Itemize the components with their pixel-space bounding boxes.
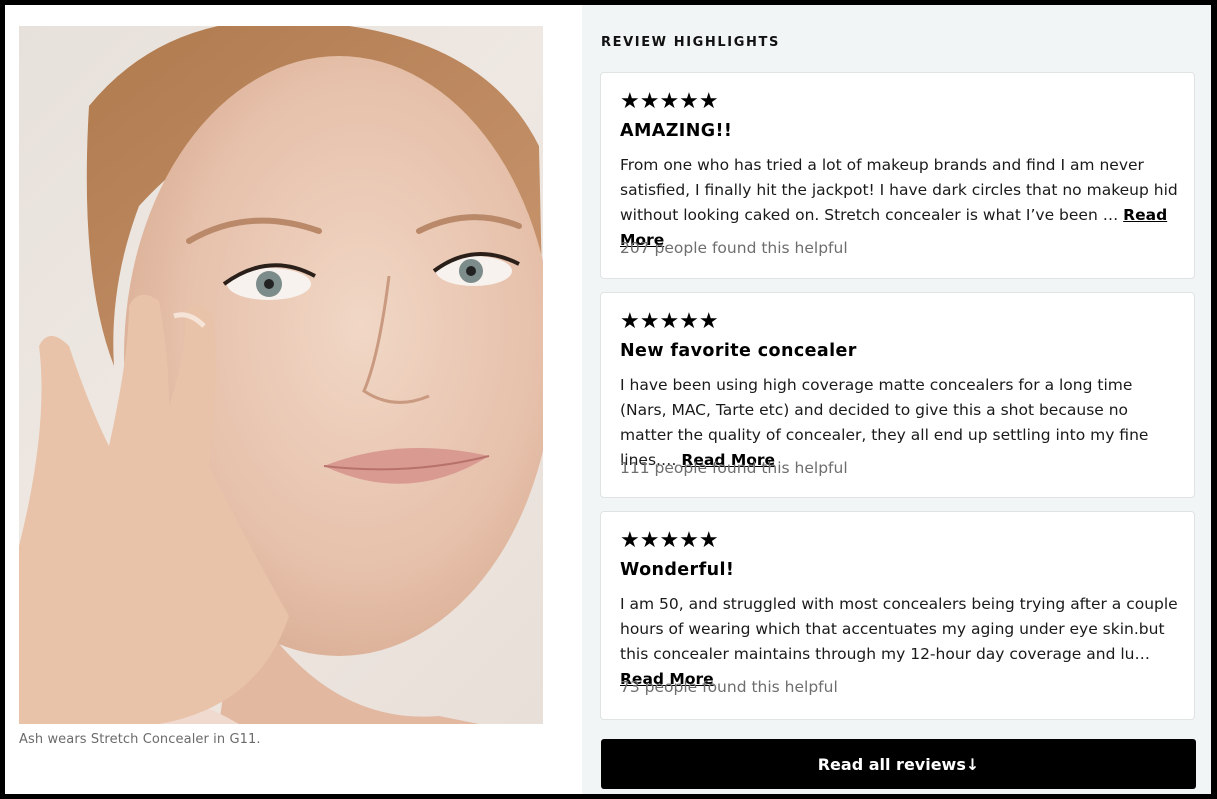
- review-card: ★★★★★ AMAZING!! From one who has tried a…: [600, 72, 1195, 279]
- read-all-reviews-button[interactable]: Read all reviews↓: [601, 739, 1196, 789]
- review-body: I have been using high coverage matte co…: [620, 373, 1180, 473]
- image-caption: Ash wears Stretch Concealer in G11.: [19, 732, 261, 747]
- review-body: From one who has tried a lot of makeup b…: [620, 153, 1180, 253]
- review-card: ★★★★★ New favorite concealer I have been…: [600, 292, 1195, 498]
- review-title: New favorite concealer: [620, 341, 857, 361]
- helpful-count: 111 people found this helpful: [620, 459, 848, 477]
- model-face-illustration: [19, 26, 543, 724]
- review-text: I am 50, and struggled with most conceal…: [620, 595, 1178, 663]
- section-heading: REVIEW HIGHLIGHTS: [601, 35, 780, 50]
- product-image-panel: Ash wears Stretch Concealer in G11.: [5, 5, 582, 794]
- star-rating-icon: ★★★★★: [620, 309, 719, 334]
- helpful-count: 207 people found this helpful: [620, 239, 848, 257]
- review-title: Wonderful!: [620, 560, 735, 580]
- helpful-count: 73 people found this helpful: [620, 678, 838, 696]
- review-highlights-panel: REVIEW HIGHLIGHTS ★★★★★ AMAZING!! From o…: [582, 5, 1211, 794]
- review-title: AMAZING!!: [620, 121, 733, 141]
- model-photo: [19, 26, 543, 724]
- star-rating-icon: ★★★★★: [620, 528, 719, 553]
- review-body: I am 50, and struggled with most conceal…: [620, 592, 1180, 692]
- page-frame: Ash wears Stretch Concealer in G11. REVI…: [5, 5, 1211, 794]
- star-rating-icon: ★★★★★: [620, 89, 719, 114]
- review-text: From one who has tried a lot of makeup b…: [620, 156, 1178, 224]
- review-card: ★★★★★ Wonderful! I am 50, and struggled …: [600, 511, 1195, 720]
